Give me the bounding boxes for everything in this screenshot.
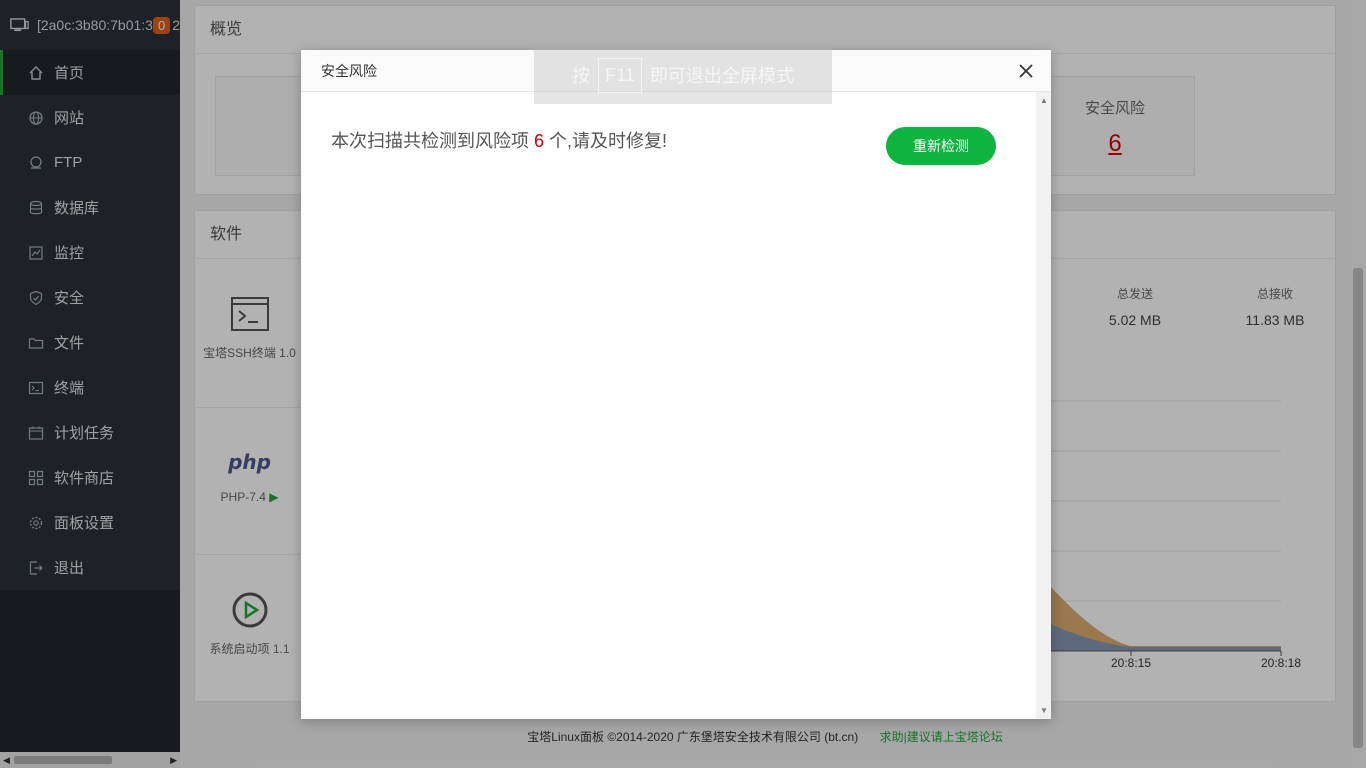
dialog-scrollbar[interactable]: ▲ ▼ [1036, 92, 1051, 719]
fullscreen-hint-suffix: 即可退出全屏模式 [649, 66, 794, 86]
fullscreen-hint-prefix: 按 [572, 66, 591, 86]
scan-msg-suffix: 个,请及时修复! [544, 131, 668, 151]
scroll-up-icon[interactable]: ▲ [1040, 96, 1048, 105]
scroll-down-icon[interactable]: ▼ [1040, 706, 1048, 715]
fullscreen-hint: 按 F11 即可退出全屏模式 [534, 46, 832, 104]
recheck-button[interactable]: 重新检测 [886, 127, 996, 165]
scan-result-message: 本次扫描共检测到风险项 6 个,请及时修复! [331, 127, 667, 153]
security-risk-dialog: 安全风险 本次扫描共检测到风险项 6 个,请及时修复! 重新检测 ▲ ▼ [301, 50, 1051, 719]
scan-risk-count: 6 [534, 131, 545, 151]
scan-msg-prefix: 本次扫描共检测到风险项 [331, 131, 534, 151]
fullscreen-hint-key: F11 [598, 57, 642, 93]
close-icon[interactable] [1017, 62, 1035, 80]
dialog-title: 安全风险 [321, 62, 377, 79]
dialog-body: 本次扫描共检测到风险项 6 个,请及时修复! 重新检测 [301, 92, 1036, 719]
